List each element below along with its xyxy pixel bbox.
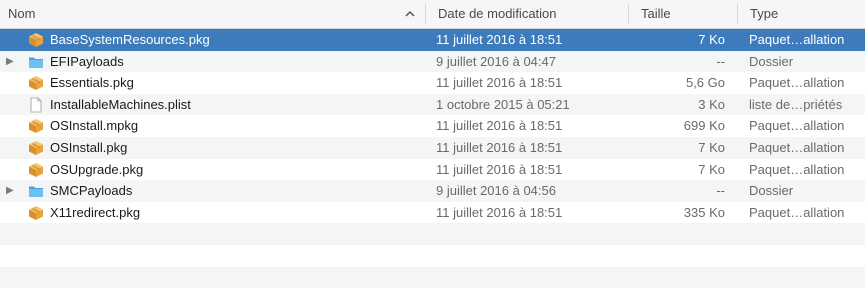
file-date-modified: 9 juillet 2016 à 04:56 [436,183,556,199]
file-size: 5,6 Go [685,75,725,91]
file-row[interactable]: ▶ SMCPayloads 9 juillet 2016 à 04:56 -- Doss… [0,180,865,202]
file-row[interactable]: BaseSystemResources.pkg 11 juillet 2016 à… [0,29,865,51]
folder-icon [29,57,43,68]
empty-row [0,223,865,245]
column-header-bar: Nom Date de modification Taille Type [0,0,865,29]
file-kind: Paquet…allation [749,32,845,47]
file-kind: Dossier [749,53,794,69]
file-kind: Paquet…allation [749,139,845,155]
file-size: -- [716,183,725,199]
column-header-date-label: Date de modification [438,6,557,21]
package-icon [29,162,43,177]
package-icon [29,119,43,134]
column-divider[interactable] [628,4,629,24]
file-date-modified: 11 juillet 2016 à 18:51 [436,161,563,177]
disclosure-triangle-icon[interactable]: ▶ [6,51,16,73]
file-size: 7 Ko [698,32,725,47]
file-kind: Paquet…allation [749,161,845,177]
file-row[interactable]: Essentials.pkg 11 juillet 2016 à 18:51 5,6… [0,72,865,94]
file-list: BaseSystemResources.pkg 11 juillet 2016 à… [0,29,865,289]
file-size: 699 Ko [683,118,725,134]
file-kind: Dossier [749,183,794,199]
empty-row [0,245,865,267]
sort-ascending-icon[interactable] [404,9,416,19]
file-name: OSInstall.pkg [50,139,128,155]
package-icon [29,140,43,155]
document-icon [30,97,42,113]
file-kind: liste de…priétés [749,96,843,112]
package-icon [29,33,43,47]
file-name: OSUpgrade.pkg [50,161,144,177]
file-name: X11redirect.pkg [50,204,141,220]
column-header-size-label: Taille [641,6,671,21]
column-divider[interactable] [737,4,738,24]
file-kind: Paquet…allation [749,118,845,134]
file-row[interactable]: ▶ EFIPayloads 9 juillet 2016 à 04:47 -- Doss… [0,50,865,73]
column-header-kind[interactable]: Type [742,0,865,28]
file-row[interactable]: InstallableMachines.plist 1 octobre 2015 … [0,93,865,116]
folder-icon [29,186,43,198]
package-icon [29,205,43,220]
file-date-modified: 11 juillet 2016 à 18:51 [436,118,563,134]
file-name: BaseSystemResources.pkg [50,32,210,47]
file-kind: Paquet…allation [749,204,845,220]
file-size: 335 Ko [683,204,725,220]
file-name: EFIPayloads [50,53,124,69]
column-header-date[interactable]: Date de modification [430,0,628,28]
column-header-kind-label: Type [750,6,779,21]
file-row[interactable]: OSInstall.mpkg 11 juillet 2016 à 18:51 699… [0,115,865,137]
empty-row [0,266,865,289]
disclosure-triangle-icon[interactable]: ▶ [6,180,16,202]
file-name: SMCPayloads [50,183,133,199]
file-size: 7 Ko [698,139,725,155]
file-size: 3 Ko [698,96,725,112]
file-name: OSInstall.mpkg [50,118,139,134]
file-date-modified: 11 juillet 2016 à 18:51 [436,32,563,47]
column-header-name-label: Nom [8,6,36,21]
file-row[interactable]: X11redirect.pkg 11 juillet 2016 à 18:51 33… [0,202,865,224]
file-row[interactable]: OSUpgrade.pkg 11 juillet 2016 à 18:51 7 Ko… [0,159,865,181]
column-header-name[interactable]: Nom [0,0,425,28]
column-header-size[interactable]: Taille [633,0,737,28]
file-size: 7 Ko [698,161,725,177]
file-date-modified: 9 juillet 2016 à 04:47 [436,53,556,69]
file-date-modified: 11 juillet 2016 à 18:51 [436,204,563,220]
file-name: Essentials.pkg [50,75,134,91]
package-icon [29,76,43,91]
file-date-modified: 1 octobre 2015 à 05:21 [436,96,570,112]
file-row[interactable]: OSInstall.pkg 11 juillet 2016 à 18:51 7 Ko… [0,136,865,159]
file-kind: Paquet…allation [749,75,845,91]
file-date-modified: 11 juillet 2016 à 18:51 [436,139,563,155]
column-divider[interactable] [425,4,426,24]
file-size: -- [716,53,725,69]
file-name: InstallableMachines.plist [50,96,191,112]
file-date-modified: 11 juillet 2016 à 18:51 [436,75,563,91]
